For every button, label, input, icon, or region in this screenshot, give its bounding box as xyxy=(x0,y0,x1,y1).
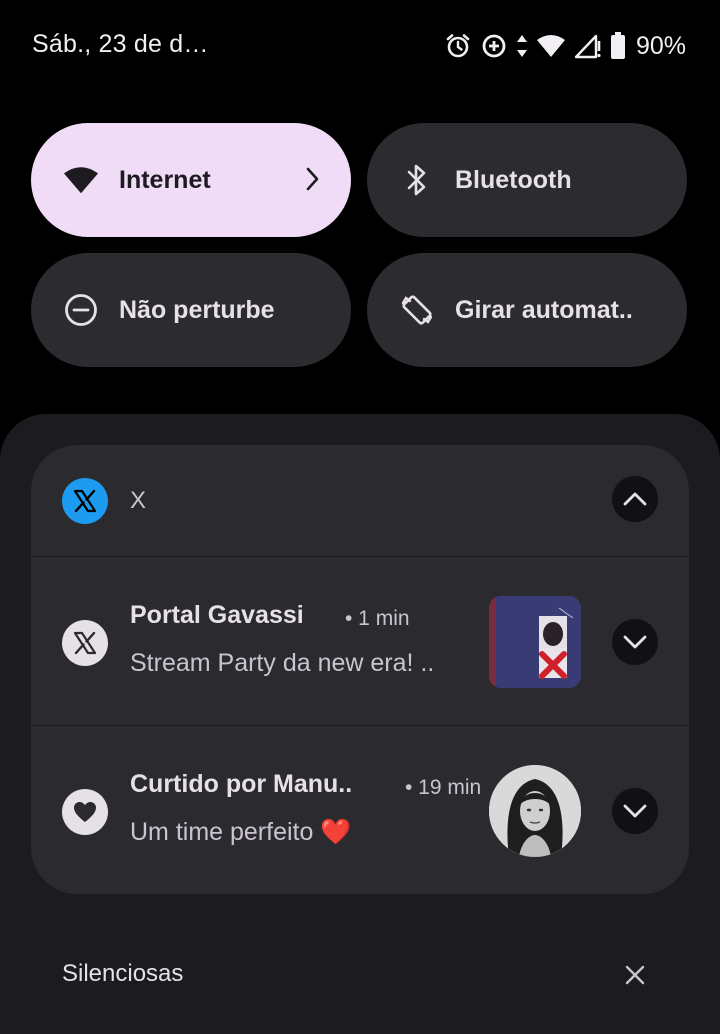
notification-title: Curtido por Manu.. xyxy=(130,770,353,798)
close-icon[interactable] xyxy=(622,962,648,993)
notification-item[interactable]: Portal Gavassi • 1 min Stream Party da n… xyxy=(31,557,689,725)
notification-body: Um time perfeito ❤️ xyxy=(130,818,352,846)
x-logo-icon xyxy=(62,620,108,666)
battery-percentage: 90% xyxy=(635,31,686,60)
expand-notification-button[interactable] xyxy=(612,619,658,665)
bluetooth-tile-label: Bluetooth xyxy=(455,165,572,194)
auto-rotate-tile-label: Girar automat.. xyxy=(455,295,633,324)
chevron-right-icon xyxy=(305,166,321,197)
notification-group-x: X Portal Gavassi • 1 min Stream Party da… xyxy=(31,445,689,894)
internet-tile[interactable]: Internet xyxy=(31,123,351,237)
chevron-down-icon xyxy=(623,635,647,649)
status-date: Sáb., 23 de d… xyxy=(32,30,209,58)
status-bar: Sáb., 23 de d… 90% xyxy=(0,0,720,92)
chevron-up-icon xyxy=(623,492,647,506)
notification-item[interactable]: Curtido por Manu.. • 19 min Um time perf… xyxy=(31,726,689,894)
chevron-down-icon xyxy=(623,804,647,818)
wifi-icon xyxy=(63,162,99,198)
wifi-icon xyxy=(536,34,566,58)
internet-tile-label: Internet xyxy=(119,165,211,194)
do-not-disturb-tile-label: Não perturbe xyxy=(119,295,275,324)
app-name: X xyxy=(130,487,147,514)
x-logo-icon xyxy=(62,478,108,524)
bluetooth-icon xyxy=(399,162,435,198)
notification-body: Stream Party da new era! .. xyxy=(130,649,435,677)
collapse-group-button[interactable] xyxy=(612,476,658,522)
silent-section-title: Silenciosas xyxy=(62,960,184,987)
data-saver-icon xyxy=(480,32,508,60)
do-not-disturb-icon xyxy=(63,292,99,328)
notification-title: Portal Gavassi xyxy=(130,601,304,629)
data-arrows-icon xyxy=(516,33,528,59)
battery-icon xyxy=(610,32,626,60)
profile-photo-thumbnail xyxy=(489,765,581,857)
alarm-icon xyxy=(444,32,472,60)
no-signal-icon xyxy=(574,33,602,59)
status-icons: 90% xyxy=(444,28,686,64)
album-cover-thumbnail xyxy=(489,596,581,688)
notification-time: • 19 min xyxy=(405,776,482,799)
expand-notification-button[interactable] xyxy=(612,788,658,834)
do-not-disturb-tile[interactable]: Não perturbe xyxy=(31,253,351,367)
notification-group-header[interactable]: X xyxy=(31,445,689,556)
auto-rotate-icon xyxy=(399,292,435,328)
bluetooth-tile[interactable]: Bluetooth xyxy=(367,123,687,237)
heart-icon xyxy=(62,789,108,835)
auto-rotate-tile[interactable]: Girar automat.. xyxy=(367,253,687,367)
notification-time: • 1 min xyxy=(345,607,410,630)
